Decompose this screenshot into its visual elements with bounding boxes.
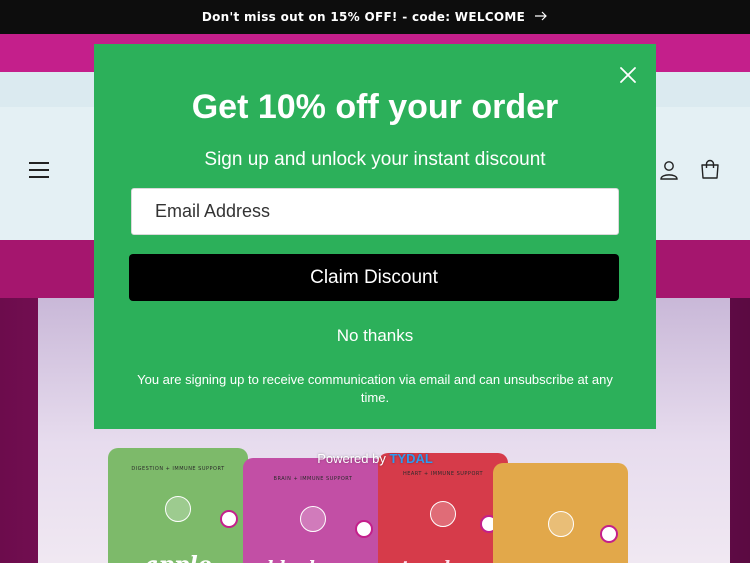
email-field[interactable] bbox=[131, 188, 619, 235]
discount-popup: Get 10% off your order Sign up and unloc… bbox=[94, 44, 656, 429]
close-icon[interactable] bbox=[617, 64, 639, 86]
signup-disclaimer: You are signing up to receive communicat… bbox=[137, 372, 613, 405]
tydal-brand-link[interactable]: TYDAL bbox=[389, 451, 432, 466]
popup-title: Get 10% off your order bbox=[191, 88, 559, 126]
powered-by: Powered by TYDAL bbox=[0, 451, 750, 466]
claim-discount-button[interactable]: Claim Discount bbox=[129, 254, 619, 301]
popup-subtitle: Sign up and unlock your instant discount bbox=[204, 149, 546, 170]
no-thanks-link[interactable]: No thanks bbox=[94, 326, 656, 346]
powered-by-prefix: Powered by bbox=[317, 451, 386, 466]
